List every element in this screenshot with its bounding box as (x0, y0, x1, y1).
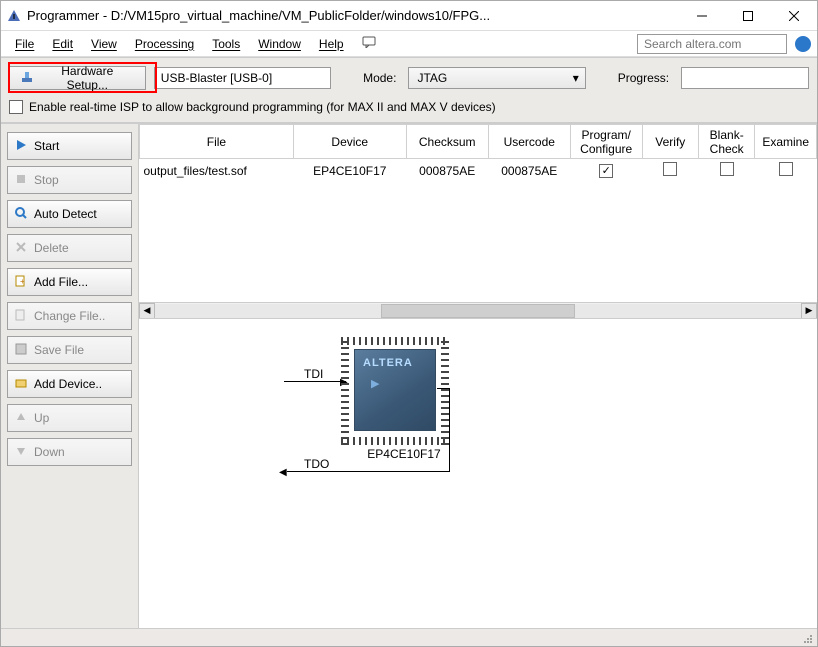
menu-view[interactable]: View (83, 34, 125, 54)
programmer-window: Programmer - D:/VM15pro_virtual_machine/… (0, 0, 818, 647)
hardware-icon (20, 71, 34, 85)
chip-label: EP4CE10F17 (364, 447, 444, 461)
menu-window[interactable]: Window (250, 34, 309, 54)
globe-icon[interactable] (795, 36, 811, 52)
down-button[interactable]: Down (7, 438, 132, 466)
change-file-button[interactable]: Change File.. (7, 302, 132, 330)
save-file-button[interactable]: Save File (7, 336, 132, 364)
detect-icon (14, 207, 28, 221)
scroll-left-icon[interactable]: ◀ (139, 303, 155, 319)
menu-help[interactable]: Help (311, 34, 352, 54)
mode-label: Mode: (359, 71, 400, 85)
window-controls (679, 1, 817, 31)
delete-icon (14, 241, 28, 255)
menu-processing[interactable]: Processing (127, 34, 202, 54)
scroll-track[interactable] (155, 304, 801, 318)
table-row[interactable]: output_files/test.sof EP4CE10F17 000875A… (140, 159, 817, 183)
stop-icon (14, 173, 28, 187)
wire-tdi (284, 381, 346, 382)
save-icon (14, 343, 28, 357)
progress-label: Progress: (614, 71, 673, 85)
col-usercode[interactable]: Usercode (488, 125, 570, 159)
file-add-icon: + (14, 275, 28, 289)
menu-tools[interactable]: Tools (204, 34, 248, 54)
scroll-thumb[interactable] (381, 304, 575, 318)
enable-isp-checkbox[interactable] (9, 100, 23, 114)
device-add-icon (14, 377, 28, 391)
setup-toolbar: Hardware Setup... USB-Blaster [USB-0] Mo… (1, 57, 817, 123)
tdo-label: TDO (304, 457, 329, 471)
wire-tdo (287, 471, 449, 472)
delete-button[interactable]: Delete (7, 234, 132, 262)
add-device-button[interactable]: Add Device.. (7, 370, 132, 398)
content: File Device Checksum Usercode Program/ C… (139, 124, 817, 628)
col-blank[interactable]: Blank- Check (698, 125, 754, 159)
search-input[interactable] (637, 34, 787, 54)
horizontal-scrollbar[interactable]: ◀ ▶ (139, 302, 817, 318)
main-area: Start Stop Auto Detect Delete + Add File… (1, 123, 817, 628)
resize-grip-icon[interactable] (801, 632, 813, 644)
menubar: File Edit View Processing Tools Window H… (1, 31, 817, 57)
menu-feedback-icon[interactable] (354, 33, 384, 54)
scroll-right-icon[interactable]: ▶ (801, 303, 817, 319)
col-program[interactable]: Program/ Configure (570, 125, 642, 159)
minimize-button[interactable] (679, 1, 725, 31)
window-title: Programmer - D:/VM15pro_virtual_machine/… (27, 8, 679, 23)
down-icon (14, 445, 28, 459)
progress-bar (681, 67, 809, 89)
auto-detect-button[interactable]: Auto Detect (7, 200, 132, 228)
maximize-button[interactable] (725, 1, 771, 31)
sidebar: Start Stop Auto Detect Delete + Add File… (1, 124, 139, 628)
play-icon (14, 139, 28, 153)
up-icon (14, 411, 28, 425)
menu-edit[interactable]: Edit (44, 34, 81, 54)
up-button[interactable]: Up (7, 404, 132, 432)
wire-out-top (437, 388, 449, 389)
wire-out-down (449, 388, 450, 472)
col-device[interactable]: Device (293, 125, 406, 159)
menu-file[interactable]: File (7, 34, 42, 54)
cell-checksum: 000875AE (406, 159, 488, 183)
tdi-label: TDI (304, 367, 323, 381)
examine-checkbox[interactable] (779, 162, 793, 176)
start-button[interactable]: Start (7, 132, 132, 160)
verify-checkbox[interactable] (663, 162, 677, 176)
enable-isp-label: Enable real-time ISP to allow background… (29, 100, 496, 114)
mode-select[interactable]: JTAG ▾ (408, 67, 585, 89)
blank-checkbox[interactable] (720, 162, 734, 176)
file-change-icon (14, 309, 28, 323)
svg-text:+: + (20, 277, 25, 286)
stop-button[interactable]: Stop (7, 166, 132, 194)
statusbar (1, 628, 817, 646)
add-file-button[interactable]: + Add File... (7, 268, 132, 296)
chip-brand: ALTERA (363, 357, 413, 369)
close-button[interactable] (771, 1, 817, 31)
cell-usercode: 000875AE (488, 159, 570, 183)
chip-play-icon: ▶ (371, 377, 379, 390)
cell-device: EP4CE10F17 (293, 159, 406, 183)
hardware-setup-button[interactable]: Hardware Setup... (9, 66, 146, 90)
col-examine[interactable]: Examine (755, 125, 817, 159)
cell-file: output_files/test.sof (140, 159, 294, 183)
arrow-tdo-icon: ◀ (279, 467, 287, 478)
hardware-device-field: USB-Blaster [USB-0] (154, 67, 331, 89)
col-file[interactable]: File (140, 125, 294, 159)
col-verify[interactable]: Verify (642, 125, 698, 159)
app-icon (7, 9, 21, 23)
program-checkbox[interactable]: ✓ (599, 164, 613, 178)
chevron-down-icon: ▾ (573, 71, 579, 85)
device-table: File Device Checksum Usercode Program/ C… (139, 124, 817, 302)
chain-diagram: ▶ TDI ALTERA ▶ EP4CE10F17 TDO ◀ (139, 318, 817, 628)
titlebar: Programmer - D:/VM15pro_virtual_machine/… (1, 1, 817, 31)
col-checksum[interactable]: Checksum (406, 125, 488, 159)
